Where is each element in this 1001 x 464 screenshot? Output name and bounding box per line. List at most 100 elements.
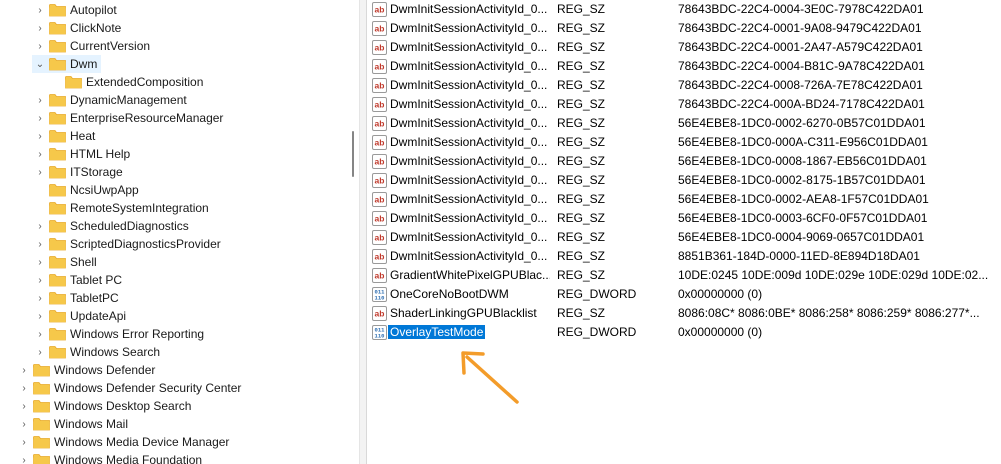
- tree-item[interactable]: › Windows Mail: [18, 415, 128, 433]
- chevron-right-icon[interactable]: ›: [34, 127, 46, 145]
- value-row[interactable]: ab DwmInitSessionActivityId_0... REG_SZ 56E…: [367, 152, 1001, 171]
- chevron-right-icon[interactable]: ›: [18, 451, 30, 464]
- string-value-icon: ab: [372, 40, 387, 55]
- tree-item[interactable]: › Autopilot: [34, 1, 117, 19]
- value-row[interactable]: ab DwmInitSessionActivityId_0... REG_SZ 56E…: [367, 228, 1001, 247]
- value-row[interactable]: ab DwmInitSessionActivityId_0... REG_SZ 885…: [367, 247, 1001, 266]
- value-name[interactable]: GradientWhitePixelGPUBlac...: [390, 268, 550, 282]
- chevron-right-icon[interactable]: ›: [34, 325, 46, 343]
- chevron-right-icon[interactable]: [34, 199, 46, 217]
- chevron-right-icon[interactable]: ›: [18, 379, 30, 397]
- tree-item[interactable]: › Shell: [34, 253, 96, 271]
- tree-item[interactable]: › EnterpriseResourceManager: [34, 109, 223, 127]
- chevron-down-icon[interactable]: ⌄: [34, 55, 46, 73]
- value-name[interactable]: DwmInitSessionActivityId_0...: [390, 40, 550, 54]
- value-row[interactable]: ab DwmInitSessionActivityId_0... REG_SZ 786…: [367, 76, 1001, 95]
- tree-item[interactable]: ExtendedComposition: [50, 73, 203, 91]
- value-row[interactable]: ab DwmInitSessionActivityId_0... REG_SZ 786…: [367, 0, 1001, 19]
- value-row[interactable]: 011 110 OverlayTestMode REG_DWORD 0x00000000…: [367, 323, 1001, 342]
- chevron-right-icon[interactable]: [50, 73, 62, 91]
- chevron-right-icon[interactable]: ›: [34, 1, 46, 19]
- value-name[interactable]: DwmInitSessionActivityId_0...: [390, 154, 550, 168]
- chevron-right-icon[interactable]: ›: [34, 235, 46, 253]
- chevron-right-icon[interactable]: ›: [34, 91, 46, 109]
- chevron-right-icon[interactable]: ›: [34, 145, 46, 163]
- svg-text:ab: ab: [375, 309, 385, 319]
- tree-item[interactable]: › Windows Media Foundation: [18, 451, 202, 464]
- value-name[interactable]: DwmInitSessionActivityId_0...: [390, 59, 550, 73]
- value-row[interactable]: 011 110 OneCoreNoBootDWM REG_DWORD 0x0000000…: [367, 285, 1001, 304]
- value-row[interactable]: ab DwmInitSessionActivityId_0... REG_SZ 56E…: [367, 114, 1001, 133]
- tree-item[interactable]: › Windows Error Reporting: [34, 325, 204, 343]
- value-name[interactable]: DwmInitSessionActivityId_0...: [390, 173, 550, 187]
- chevron-right-icon[interactable]: ›: [34, 289, 46, 307]
- value-row[interactable]: ab DwmInitSessionActivityId_0... REG_SZ 786…: [367, 95, 1001, 114]
- tree-item[interactable]: › CurrentVersion: [34, 37, 150, 55]
- tree-item[interactable]: › HTML Help: [34, 145, 130, 163]
- chevron-right-icon[interactable]: ›: [34, 307, 46, 325]
- tree-item[interactable]: › ScriptedDiagnosticsProvider: [34, 235, 220, 253]
- value-row[interactable]: ab DwmInitSessionActivityId_0... REG_SZ 56E…: [367, 190, 1001, 209]
- value-row[interactable]: ab DwmInitSessionActivityId_0... REG_SZ 56E…: [367, 209, 1001, 228]
- chevron-right-icon[interactable]: ›: [34, 109, 46, 127]
- value-data: 78643BDC-22C4-000A-BD24-7178C422DA01: [678, 97, 925, 111]
- tree-scrollbar[interactable]: [346, 0, 359, 464]
- chevron-right-icon[interactable]: [34, 181, 46, 199]
- tree-item-label: Windows Defender Security Center: [54, 381, 242, 395]
- tree-item[interactable]: › ITStorage: [34, 163, 122, 181]
- tree-item[interactable]: › Windows Search: [34, 343, 160, 361]
- value-name[interactable]: DwmInitSessionActivityId_0...: [390, 192, 550, 206]
- tree-item[interactable]: › Heat: [34, 127, 95, 145]
- value-name[interactable]: DwmInitSessionActivityId_0...: [390, 116, 550, 130]
- chevron-right-icon[interactable]: ›: [34, 253, 46, 271]
- value-row[interactable]: ab DwmInitSessionActivityId_0... REG_SZ 786…: [367, 57, 1001, 76]
- tree-item[interactable]: RemoteSystemIntegration: [34, 199, 209, 217]
- value-row[interactable]: ab DwmInitSessionActivityId_0... REG_SZ 56E…: [367, 133, 1001, 152]
- value-data: 8851B361-184D-0000-11ED-8E894D18DA01: [678, 249, 920, 263]
- chevron-right-icon[interactable]: ›: [34, 343, 46, 361]
- tree-item-label: Dwm: [70, 57, 98, 71]
- tree-item[interactable]: › UpdateApi: [34, 307, 126, 325]
- value-name[interactable]: DwmInitSessionActivityId_0...: [390, 2, 550, 16]
- value-row[interactable]: ab DwmInitSessionActivityId_0... REG_SZ 786…: [367, 19, 1001, 38]
- tree-item[interactable]: NcsiUwpApp: [34, 181, 139, 199]
- tree-item-label: Autopilot: [70, 3, 117, 17]
- value-row[interactable]: ab DwmInitSessionActivityId_0... REG_SZ 56E…: [367, 171, 1001, 190]
- chevron-right-icon[interactable]: ›: [18, 397, 30, 415]
- value-data: 56E4EBE8-1DC0-0003-6CF0-0F57C01DDA01: [678, 211, 928, 225]
- tree-item[interactable]: › Windows Media Device Manager: [18, 433, 229, 451]
- chevron-right-icon[interactable]: ›: [34, 19, 46, 37]
- value-name[interactable]: DwmInitSessionActivityId_0...: [390, 249, 550, 263]
- tree-item[interactable]: ⌄ Dwm: [31, 55, 102, 73]
- tree-item[interactable]: › Windows Defender: [18, 361, 155, 379]
- tree-item[interactable]: › DynamicManagement: [34, 91, 186, 109]
- tree-item[interactable]: › TabletPC: [34, 289, 118, 307]
- chevron-right-icon[interactable]: ›: [18, 433, 30, 451]
- value-name[interactable]: DwmInitSessionActivityId_0...: [390, 135, 550, 149]
- tree-item[interactable]: › Windows Defender Security Center: [18, 379, 241, 397]
- chevron-right-icon[interactable]: ›: [34, 163, 46, 181]
- chevron-right-icon[interactable]: ›: [34, 271, 46, 289]
- tree-scrollbar-thumb[interactable]: [352, 131, 354, 177]
- tree-item[interactable]: › Windows Desktop Search: [18, 397, 191, 415]
- value-name[interactable]: OneCoreNoBootDWM: [390, 287, 550, 301]
- chevron-right-icon[interactable]: ›: [34, 37, 46, 55]
- chevron-right-icon[interactable]: ›: [34, 217, 46, 235]
- registry-key-tree[interactable]: › Autopilot › ClickNote › CurrentVersion ⌄ Dwm E…: [0, 0, 346, 464]
- value-name[interactable]: ShaderLinkingGPUBlacklist: [390, 306, 550, 320]
- value-row[interactable]: ab GradientWhitePixelGPUBlac... REG_SZ 10DE…: [367, 266, 1001, 285]
- tree-item[interactable]: › ClickNote: [34, 19, 121, 37]
- value-row[interactable]: ab ShaderLinkingGPUBlacklist REG_SZ 8086:08…: [367, 304, 1001, 323]
- value-name[interactable]: DwmInitSessionActivityId_0...: [390, 211, 550, 225]
- pane-splitter[interactable]: [359, 0, 367, 464]
- tree-item[interactable]: › ScheduledDiagnostics: [34, 217, 188, 235]
- value-row[interactable]: ab DwmInitSessionActivityId_0... REG_SZ 786…: [367, 38, 1001, 57]
- value-name[interactable]: OverlayTestMode: [388, 325, 486, 339]
- chevron-right-icon[interactable]: ›: [18, 361, 30, 379]
- value-name[interactable]: DwmInitSessionActivityId_0...: [390, 97, 550, 111]
- value-name[interactable]: DwmInitSessionActivityId_0...: [390, 78, 550, 92]
- tree-item[interactable]: › Tablet PC: [34, 271, 122, 289]
- chevron-right-icon[interactable]: ›: [18, 415, 30, 433]
- value-name[interactable]: DwmInitSessionActivityId_0...: [390, 230, 550, 244]
- value-name[interactable]: DwmInitSessionActivityId_0...: [390, 21, 550, 35]
